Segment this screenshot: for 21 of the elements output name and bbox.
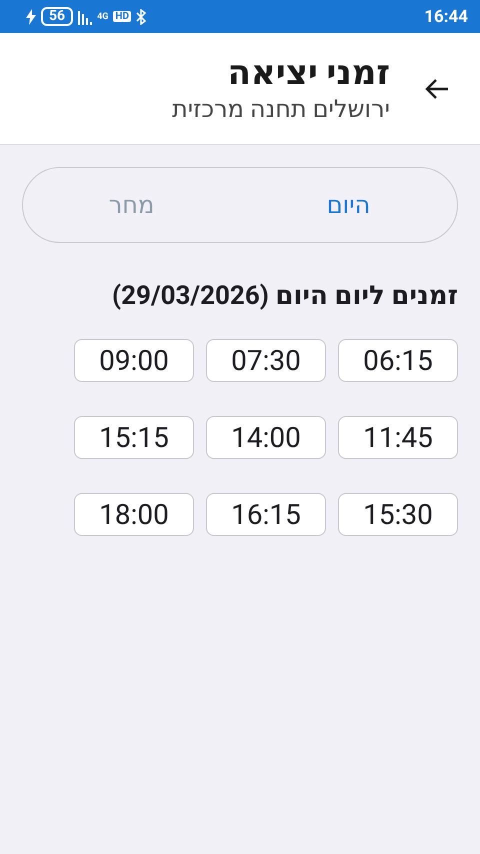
departure-time-button[interactable]: 11:45 (338, 416, 458, 459)
section-title: זמנים ליום היום (29/03/2026) (111, 281, 458, 311)
hd-label: HD (113, 11, 131, 22)
departure-time-button[interactable]: 14:00 (206, 416, 326, 459)
departure-time-button[interactable]: 09:00 (74, 339, 194, 382)
page-title: זמני יציאה (226, 52, 390, 92)
battery-level: 56 (41, 7, 74, 26)
network-type: 4G (97, 12, 108, 22)
departure-time-button[interactable]: 16:15 (206, 493, 326, 536)
clock: 16:44 (424, 6, 468, 26)
departure-time-button[interactable]: 06:15 (338, 339, 458, 382)
departure-time-button[interactable]: 15:15 (74, 416, 194, 459)
charging-icon (26, 8, 36, 24)
station-name: ירושלים תחנה מרכזית (172, 94, 390, 124)
departure-time-button[interactable]: 18:00 (74, 493, 194, 536)
signal-icon (78, 8, 92, 24)
back-icon[interactable] (424, 77, 450, 101)
bluetooth-icon (136, 8, 146, 24)
departure-time-button[interactable]: 07:30 (206, 339, 326, 382)
day-tab[interactable]: היום (240, 168, 457, 242)
departure-time-button[interactable]: 15:30 (338, 493, 458, 536)
